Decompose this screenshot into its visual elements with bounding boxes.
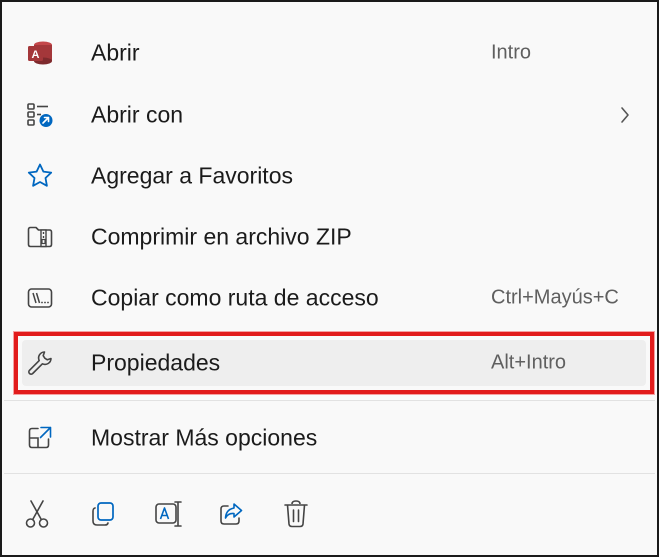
svg-text:A: A bbox=[32, 49, 40, 61]
delete-button[interactable] bbox=[278, 498, 314, 534]
rename-icon bbox=[153, 499, 183, 534]
menu-item-label: Propiedades bbox=[91, 349, 221, 376]
menu-item-abrir[interactable]: A Abrir Intro bbox=[18, 27, 640, 79]
menu-item-label: Copiar como ruta de acceso bbox=[91, 284, 379, 311]
menu-item-copiar-ruta[interactable]: Copiar como ruta de acceso Ctrl+Mayús+C bbox=[18, 272, 640, 324]
menu-item-abrir-con[interactable]: Abrir con bbox=[18, 89, 640, 141]
star-icon bbox=[26, 162, 54, 190]
delete-icon bbox=[282, 499, 310, 534]
more-options-icon bbox=[26, 424, 54, 452]
zip-folder-icon bbox=[26, 223, 54, 251]
share-button[interactable] bbox=[213, 498, 249, 534]
context-menu: A Abrir Intro Abrir con Agregar a Favori… bbox=[0, 0, 659, 557]
menu-item-shortcut: Alt+Intro bbox=[491, 351, 567, 374]
menu-separator bbox=[4, 400, 655, 401]
rename-button[interactable] bbox=[150, 498, 186, 534]
chevron-right-icon bbox=[618, 105, 632, 125]
wrench-icon bbox=[26, 349, 54, 377]
menu-item-shortcut: Intro bbox=[491, 41, 532, 64]
cut-icon bbox=[23, 499, 51, 534]
share-icon bbox=[217, 500, 245, 533]
cut-button[interactable] bbox=[19, 498, 55, 534]
copy-path-icon bbox=[26, 284, 54, 312]
menu-item-propiedades[interactable]: Propiedades Alt+Intro bbox=[18, 337, 640, 389]
access-app-icon: A bbox=[26, 39, 54, 67]
menu-separator bbox=[4, 473, 655, 474]
menu-item-label: Comprimir en archivo ZIP bbox=[91, 223, 352, 250]
menu-item-label: Mostrar Más opciones bbox=[91, 424, 318, 451]
menu-item-shortcut: Ctrl+Mayús+C bbox=[491, 286, 619, 309]
menu-item-comprimir-zip[interactable]: Comprimir en archivo ZIP bbox=[18, 211, 640, 263]
menu-item-agregar-favoritos[interactable]: Agregar a Favoritos bbox=[18, 150, 640, 202]
menu-item-label: Abrir bbox=[91, 39, 140, 66]
menu-item-label: Abrir con bbox=[91, 101, 184, 128]
menu-item-mostrar-mas-opciones[interactable]: Mostrar Más opciones bbox=[18, 412, 640, 464]
open-with-icon bbox=[26, 101, 54, 129]
menu-item-label: Agregar a Favoritos bbox=[91, 162, 293, 189]
copy-button[interactable] bbox=[85, 498, 121, 534]
copy-icon bbox=[89, 500, 117, 533]
